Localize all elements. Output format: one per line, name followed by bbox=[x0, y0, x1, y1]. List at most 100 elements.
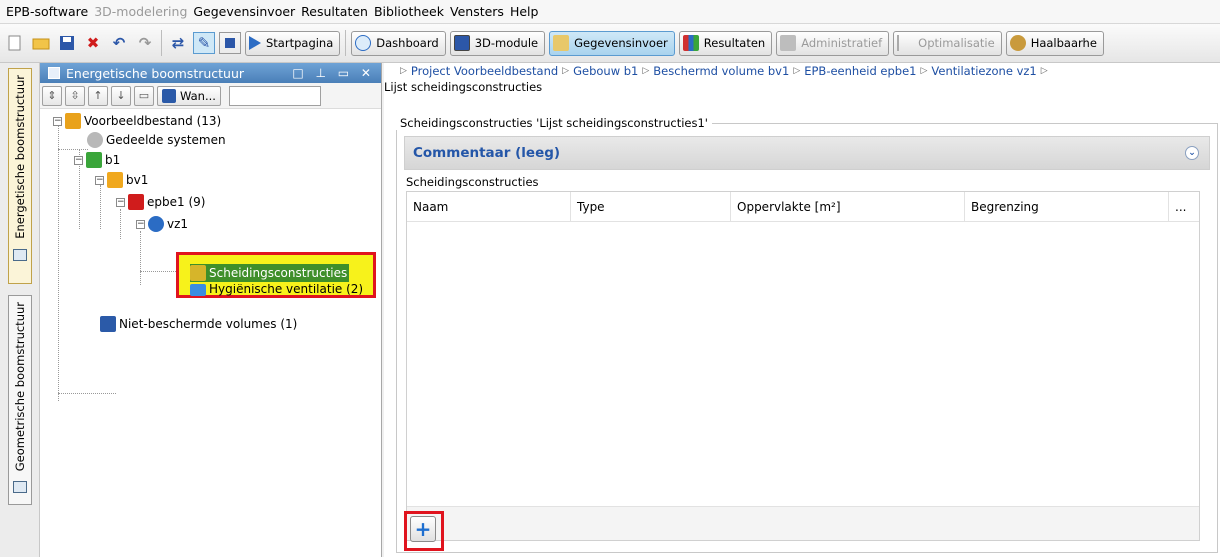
move-down-icon[interactable]: ↓ bbox=[111, 85, 131, 106]
menu-bar: EPB-software 3D-modelering Gegevensinvoe… bbox=[0, 0, 1220, 24]
chevron-right-icon: ▷ bbox=[1040, 66, 1048, 76]
panel-icon bbox=[13, 248, 27, 261]
rename-icon[interactable]: ▭ bbox=[134, 85, 154, 106]
panel-icon bbox=[13, 481, 27, 494]
chevron-down-icon[interactable]: ⌄ bbox=[1185, 146, 1199, 160]
gear-icon bbox=[87, 132, 103, 148]
optimize-icon bbox=[897, 35, 913, 51]
menu-3d-modelering[interactable]: 3D-modelering bbox=[94, 4, 187, 19]
main-toolbar: ✖ ↶ ↷ ⇄ ✎ Startpagina Dashboard 3D-modul… bbox=[0, 24, 1220, 63]
collapse-toggle[interactable]: − bbox=[136, 219, 145, 229]
menu-help[interactable]: Help bbox=[510, 4, 539, 19]
tree-node-hygienische-ventilatie[interactable]: Hygiënische ventilatie (2) bbox=[190, 284, 363, 296]
epb-unit-icon bbox=[128, 194, 144, 210]
fan-icon bbox=[190, 284, 206, 296]
column-type[interactable]: Type bbox=[571, 191, 731, 222]
menu-bibliotheek[interactable]: Bibliotheek bbox=[374, 4, 444, 19]
panel-icon bbox=[48, 67, 60, 79]
annotation-add-highlight bbox=[404, 511, 444, 551]
breadcrumb-ventilatiezone[interactable]: Ventilatiezone vz1 bbox=[931, 64, 1036, 78]
tool-icon[interactable]: ✎ bbox=[193, 32, 215, 54]
move-up-icon[interactable]: ↑ bbox=[88, 85, 108, 106]
filter-dropdown[interactable]: Wan... bbox=[157, 85, 221, 106]
cube-icon bbox=[162, 88, 176, 103]
column-begrenzing[interactable]: Begrenzing bbox=[965, 191, 1169, 222]
open-icon[interactable] bbox=[30, 32, 52, 54]
expand-all-icon[interactable]: ⇕ bbox=[42, 85, 62, 106]
chevron-right-icon: ▷ bbox=[562, 66, 570, 76]
menu-epb-software[interactable]: EPB-software bbox=[6, 4, 88, 19]
tree-node-epbe1[interactable]: − epbe1 (9) bbox=[116, 193, 205, 211]
comment-section-header[interactable]: Commentaar (leeg) ⌄ bbox=[404, 136, 1210, 170]
cube-icon bbox=[100, 316, 116, 332]
startpagina-button[interactable]: Startpagina bbox=[245, 30, 341, 56]
window-icon bbox=[453, 35, 470, 51]
admin-icon bbox=[780, 35, 797, 51]
tree-node-vz1[interactable]: − vz1 bbox=[136, 215, 188, 233]
collapse-toggle[interactable]: − bbox=[74, 155, 83, 165]
table-header: Naam Type Oppervlakte [m²] Begrenzing ..… bbox=[407, 191, 1199, 222]
chevron-right-icon: ▷ bbox=[400, 66, 407, 76]
chevron-right-icon: ▷ bbox=[642, 66, 650, 76]
window-controls[interactable]: □ ⊥ ▭ ✕ bbox=[292, 66, 375, 80]
breadcrumb-epb-eenheid[interactable]: EPB-eenheid epbe1 bbox=[804, 64, 916, 78]
delete-icon[interactable]: ✖ bbox=[82, 32, 104, 54]
menu-vensters[interactable]: Vensters bbox=[450, 4, 504, 19]
building-icon bbox=[86, 152, 102, 168]
project-icon bbox=[65, 113, 81, 129]
content-panel: ▷ Project Voorbeeldbestand ▷ Gebouw b1 ▷… bbox=[384, 63, 1220, 557]
ventilation-zone-icon bbox=[148, 216, 164, 232]
menu-resultaten[interactable]: Resultaten bbox=[301, 4, 368, 19]
haalbaarheid-button[interactable]: Haalbaarhe bbox=[1005, 30, 1104, 56]
breadcrumb-gebouw[interactable]: Gebouw b1 bbox=[573, 64, 638, 78]
column-naam[interactable]: Naam bbox=[407, 191, 571, 222]
optimalisatie-button[interactable]: Optimalisatie bbox=[893, 30, 1002, 56]
toolbar-separator bbox=[161, 30, 162, 56]
tree-node-niet-beschermde-volumes[interactable]: Niet-beschermde volumes (1) bbox=[100, 315, 297, 333]
tree-node-scheidingsconstructies[interactable]: Scheidingsconstructies bbox=[190, 264, 350, 282]
wall-icon bbox=[190, 265, 206, 281]
panel-title: Energetische boomstructuur bbox=[66, 65, 245, 81]
collapse-toggle[interactable]: − bbox=[116, 197, 125, 207]
3d-module-button[interactable]: 3D-module bbox=[449, 30, 546, 56]
breadcrumb-project[interactable]: Project Voorbeeldbestand bbox=[411, 64, 558, 78]
tree-node-bv1[interactable]: − bv1 bbox=[95, 171, 148, 189]
save-icon[interactable] bbox=[56, 32, 78, 54]
energetische-boom-panel: Energetische boomstructuur □ ⊥ ▭ ✕ ⇕ ⇳ ↑… bbox=[40, 63, 382, 557]
redo-icon[interactable]: ↷ bbox=[134, 32, 156, 54]
tree-node-voorbeeldbestand[interactable]: − Voorbeeldbestand (13) bbox=[53, 112, 221, 130]
administratief-button[interactable]: Administratief bbox=[776, 30, 890, 56]
breadcrumb-current: Lijst scheidingsconstructies bbox=[384, 80, 543, 94]
collapse-toggle[interactable]: − bbox=[95, 175, 104, 185]
eye-icon bbox=[355, 35, 372, 51]
dashboard-button[interactable]: Dashboard bbox=[351, 30, 446, 56]
column-oppervlakte[interactable]: Oppervlakte [m²] bbox=[731, 191, 965, 222]
toolbar-separator bbox=[345, 30, 347, 56]
breadcrumb-volume[interactable]: Beschermd volume bv1 bbox=[653, 64, 789, 78]
constructions-table: Naam Type Oppervlakte [m²] Begrenzing ..… bbox=[406, 191, 1200, 541]
tab-energetische-boomstructuur[interactable]: Energetische boomstructuur bbox=[8, 68, 32, 284]
column-more-button[interactable]: ... bbox=[1169, 192, 1197, 222]
refresh-icon[interactable]: ⇄ bbox=[167, 32, 189, 54]
side-tab-strip: Energetische boomstructuur Geometrische … bbox=[0, 63, 40, 557]
new-icon[interactable] bbox=[4, 32, 26, 54]
window-icon[interactable] bbox=[219, 32, 241, 54]
collapse-icon[interactable]: ⇳ bbox=[65, 85, 85, 106]
menu-gegevensinvoer[interactable]: Gegevensinvoer bbox=[193, 4, 295, 19]
table-footer bbox=[407, 506, 1199, 540]
tree-toolbar: ⇕ ⇳ ↑ ↓ ▭ Wan... bbox=[40, 83, 381, 109]
resultaten-button[interactable]: Resultaten bbox=[678, 30, 773, 56]
section-title: Scheidingsconstructies 'Lijst scheidings… bbox=[396, 116, 712, 130]
tree-node-gedeelde-systemen[interactable]: Gedeelde systemen bbox=[87, 131, 226, 149]
tab-geometrische-boomstructuur[interactable]: Geometrische boomstructuur bbox=[8, 295, 32, 505]
collapse-toggle[interactable]: − bbox=[53, 116, 62, 126]
gegevensinvoer-button[interactable]: Gegevensinvoer bbox=[549, 30, 675, 56]
chevron-right-icon: ▷ bbox=[920, 66, 928, 76]
tree-node-b1[interactable]: − b1 bbox=[74, 151, 120, 169]
bar-chart-icon bbox=[682, 35, 699, 51]
play-icon bbox=[249, 36, 261, 50]
tree-search-input[interactable] bbox=[228, 85, 321, 106]
undo-icon[interactable]: ↶ bbox=[108, 32, 130, 54]
breadcrumb: ▷ Project Voorbeeldbestand ▷ Gebouw b1 ▷… bbox=[384, 63, 1220, 79]
form-icon bbox=[553, 35, 570, 51]
